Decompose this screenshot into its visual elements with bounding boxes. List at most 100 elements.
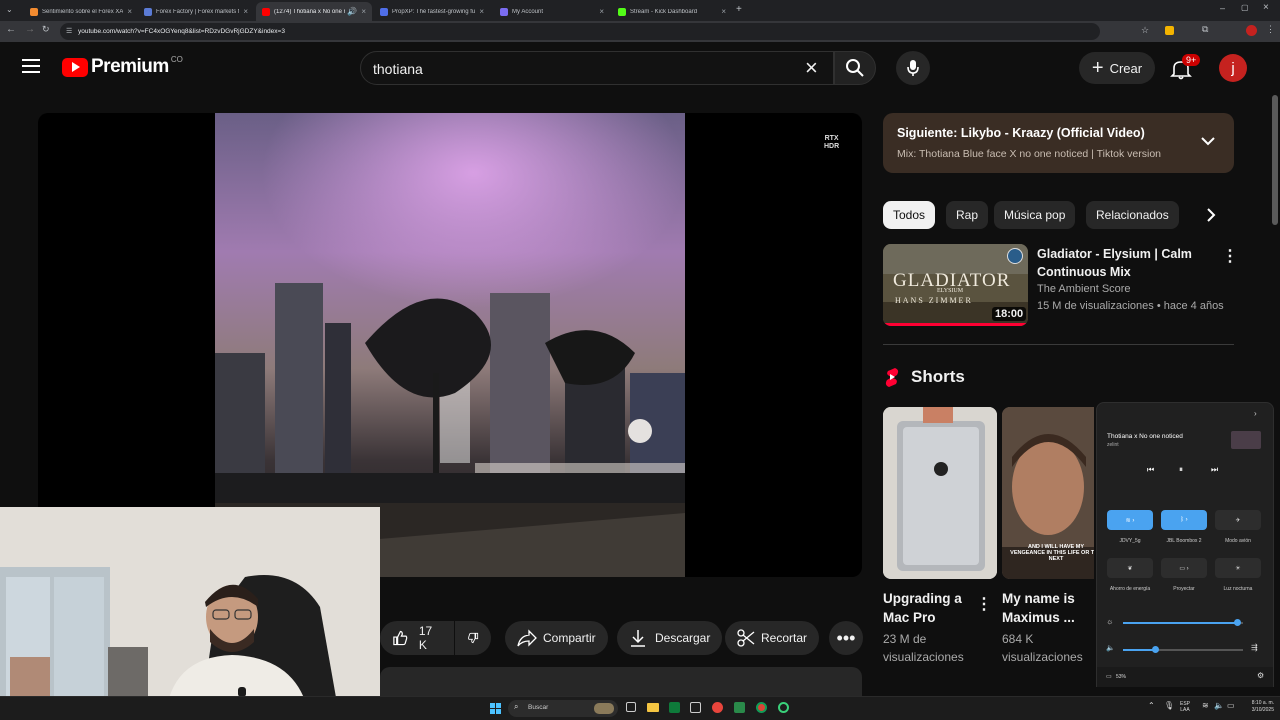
page-scrollbar[interactable]	[1272, 95, 1278, 225]
avatar[interactable]: j	[1219, 54, 1247, 82]
chevron-down-icon[interactable]	[1201, 133, 1215, 151]
short-title[interactable]: Upgrading a Mac Pro	[883, 589, 973, 627]
volume-icon[interactable]: 🔈	[1106, 644, 1115, 652]
bookmark-star-icon[interactable]: ☆	[1141, 25, 1149, 36]
create-button[interactable]: + Crear	[1079, 52, 1155, 84]
app-icon[interactable]	[778, 702, 789, 713]
clock[interactable]: 8:10 a. m. 3/10/2025	[1240, 700, 1274, 714]
up-next-panel[interactable]: Siguiente: Likybo - Kraazy (Official Vid…	[883, 113, 1234, 173]
search-button[interactable]	[834, 51, 876, 85]
more-actions-button[interactable]: •••	[829, 621, 863, 655]
like-button[interactable]: 17 K	[380, 621, 454, 655]
maximize-icon[interactable]: ▢	[1241, 3, 1249, 12]
description-box[interactable]	[380, 667, 862, 697]
tray-volume-icon[interactable]: 🔈	[1214, 701, 1224, 710]
close-window-icon[interactable]: ×	[1263, 2, 1269, 13]
dislike-button[interactable]	[455, 621, 491, 655]
tray-mic-icon[interactable]: 🎙	[1164, 701, 1174, 710]
chrome-icon[interactable]	[756, 702, 767, 713]
brightness-slider[interactable]	[1123, 619, 1243, 626]
browser-tab-active[interactable]: (1274) Thotiana x No one n 🔊 ×	[256, 2, 372, 21]
browser-tab[interactable]: Sentimiento sobre el Forex XAU ×	[24, 2, 138, 21]
extensions-puzzle-icon[interactable]: ⧉	[1202, 24, 1208, 35]
minimize-icon[interactable]: –	[1220, 3, 1225, 13]
tab-close-icon[interactable]: ×	[127, 7, 132, 16]
windows-start-icon[interactable]	[490, 703, 501, 714]
tray-battery-icon[interactable]: ▭	[1227, 701, 1235, 710]
brightness-thumb[interactable]	[1233, 619, 1241, 626]
more-vertical-icon[interactable]: ⋮	[1222, 246, 1238, 266]
clear-search-icon[interactable]: ×	[805, 55, 818, 81]
clip-button[interactable]: Recortar	[725, 621, 820, 655]
language-indicator[interactable]: ESP LAA	[1180, 701, 1190, 713]
browser-tab[interactable]: Forex Factory | Forex markets fo ×	[138, 2, 254, 21]
app-icon[interactable]	[690, 702, 701, 713]
previous-track-icon[interactable]: ⏮	[1147, 465, 1154, 475]
share-button[interactable]: Compartir	[505, 621, 608, 655]
airplane-mode-tile[interactable]: ✈	[1215, 510, 1261, 530]
short-thumbnail-mac-pro[interactable]	[883, 407, 997, 579]
chip-pop-music[interactable]: Música pop	[994, 201, 1076, 229]
search-input[interactable]: thotiana	[373, 61, 423, 77]
site-info-icon[interactable]: ☰	[66, 23, 72, 40]
file-explorer-icon[interactable]	[647, 703, 659, 712]
profile-avatar-icon[interactable]	[1246, 25, 1257, 36]
browser-tab[interactable]: Stream - Kick Dashboard ×	[612, 2, 732, 21]
extension-icon[interactable]	[1165, 26, 1174, 35]
pause-icon[interactable]: ⏸	[1179, 465, 1183, 475]
tab-close-icon[interactable]: ×	[599, 7, 604, 16]
app-icon[interactable]	[669, 702, 680, 713]
tab-close-icon[interactable]: ×	[243, 7, 248, 16]
chip-related[interactable]: Relacionados	[1086, 201, 1179, 229]
chevron-right-icon[interactable]	[1206, 208, 1216, 227]
microphone-icon	[907, 60, 919, 76]
search-box[interactable]: thotiana ×	[360, 51, 834, 85]
browser-tab[interactable]: My Account ×	[494, 2, 610, 21]
notifications-button[interactable]: 9+	[1170, 54, 1201, 82]
task-view-icon[interactable]	[626, 702, 636, 712]
recommended-channel[interactable]: The Ambient Score	[1037, 283, 1131, 295]
youtube-logo[interactable]: Premium CO	[62, 55, 183, 78]
night-light-label: Luz nocturna	[1223, 586, 1253, 592]
energy-saver-tile[interactable]: ❦	[1107, 558, 1153, 578]
tab-close-icon[interactable]: ×	[479, 7, 484, 16]
settings-gear-icon[interactable]: ⚙	[1257, 671, 1264, 680]
audio-output-icon[interactable]: ⇶	[1251, 643, 1258, 652]
browser-tab[interactable]: PropXP: The fastest-growing fu ×	[374, 2, 490, 21]
forward-icon[interactable]: →	[25, 24, 35, 35]
voice-search-button[interactable]	[896, 51, 930, 85]
bluetooth-tile[interactable]: ᛒ ›	[1161, 510, 1207, 530]
chip-rap[interactable]: Rap	[946, 201, 989, 229]
short-title[interactable]: My name is Maximus ...	[1002, 589, 1092, 627]
tab-close-icon[interactable]: ×	[361, 7, 366, 16]
app-icon[interactable]	[734, 702, 745, 713]
reload-icon[interactable]: ↻	[42, 24, 50, 35]
tab-search-icon[interactable]: ⌄	[6, 5, 13, 14]
duration-badge: 18:00	[992, 307, 1027, 321]
chip-all[interactable]: Todos	[883, 201, 936, 229]
url-text: youtube.com/watch?v=FC4xOGYenq8&list=RDz…	[78, 28, 285, 35]
app-icon[interactable]	[712, 702, 723, 713]
back-icon[interactable]: ←	[6, 24, 16, 35]
volume-thumb[interactable]	[1151, 646, 1159, 653]
tab-close-icon[interactable]: ×	[721, 7, 726, 16]
short-thumbnail-maximus[interactable]: AND I WILL HAVE MY VENGEANCE IN THIS LIF…	[1002, 407, 1094, 579]
next-track-icon[interactable]: ⏭	[1211, 465, 1218, 475]
tray-chevron-icon[interactable]: ⌃	[1148, 701, 1155, 710]
browser-menu-icon[interactable]: ⋮	[1266, 24, 1275, 35]
wifi-tile[interactable]: ≋ ›	[1107, 510, 1153, 530]
download-button[interactable]: Descargar	[617, 621, 723, 655]
chevron-right-icon[interactable]: ›	[1254, 409, 1257, 418]
taskbar-search-box[interactable]: ⌕ Buscar	[508, 700, 618, 717]
cast-tile[interactable]: ▭ ›	[1161, 558, 1207, 578]
new-tab-icon[interactable]: +	[736, 4, 742, 15]
tray-wifi-icon[interactable]: ≋	[1202, 701, 1209, 710]
tab-audio-icon[interactable]: 🔊	[347, 7, 357, 16]
night-light-tile[interactable]: ☀	[1215, 558, 1261, 578]
volume-slider[interactable]	[1123, 646, 1243, 653]
recommended-thumbnail[interactable]: GLADIATOR ELYSIUM HANS ZIMMER 18:00	[883, 244, 1028, 326]
address-bar[interactable]: ☰ youtube.com/watch?v=FC4xOGYenq8&list=R…	[60, 23, 1100, 40]
hamburger-menu-icon[interactable]	[22, 59, 40, 73]
more-vertical-icon[interactable]: ⋮	[976, 594, 992, 614]
recommended-title[interactable]: Gladiator - Elysium | Calm Continuous Mi…	[1037, 245, 1213, 281]
